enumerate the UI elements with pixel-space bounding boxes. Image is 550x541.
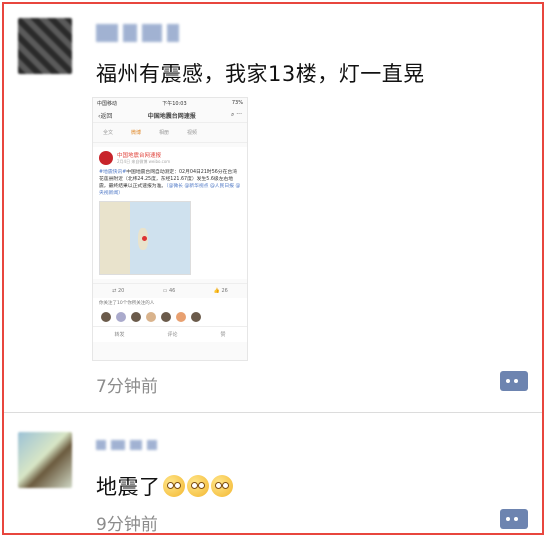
post-time: 9分钟前 <box>96 515 158 535</box>
user-name[interactable] <box>96 22 179 44</box>
tab: 视频 <box>187 130 198 136</box>
tab-strip: 全文 微博 相册 视频 <box>93 123 247 143</box>
epicenter-map <box>99 201 191 275</box>
post-text: 地震了 <box>96 471 233 501</box>
comment-count: ▭ 46 <box>162 288 176 294</box>
action-row: ⇄ 20 ▭ 46 👍 26 <box>93 283 247 298</box>
back-button: ‹返回 <box>98 112 113 120</box>
search-icon: ⌕ ··· <box>231 111 242 118</box>
carrier-label: 中国移动 <box>97 100 118 107</box>
post-time: 7分钟前 <box>96 377 158 397</box>
followers-line: 你关注了10个你所关注的人 <box>93 298 247 308</box>
repost-count: ⇄ 20 <box>112 288 125 294</box>
comment-label: 评论 <box>167 332 178 338</box>
dizzy-face-icon <box>186 475 209 497</box>
battery-label: 73% <box>231 100 243 106</box>
bottom-bar: 转发 评论 赞 <box>93 326 247 342</box>
moment-post: 地震了 9分钟前 <box>4 414 542 535</box>
comment-button[interactable] <box>500 509 528 529</box>
weibo-body: #地震快讯#中国地震台网自动测定：02月04日21时56分在台湾花莲县附近（北纬… <box>99 169 241 197</box>
moment-post: 福州有震感，我家13楼，灯一直晃 中国移动 下午10:03 73% ‹返回 中国… <box>4 4 542 409</box>
follower-avatars <box>93 308 247 326</box>
dizzy-face-icon <box>210 475 233 497</box>
account-name: 中国地震台网速报 <box>117 153 162 159</box>
hashtag: #地震快讯# <box>99 170 127 175</box>
nav-bar: ‹返回 中国地震台网速报 ⌕ ··· <box>93 108 247 123</box>
nav-title: 中国地震台网速报 <box>147 112 196 120</box>
tab: 全文 <box>103 130 114 136</box>
repost-label: 转发 <box>114 332 125 338</box>
tab: 相册 <box>159 130 170 136</box>
status-bar: 中国移动 下午10:03 73% <box>93 98 247 108</box>
tab: 微博 <box>131 130 142 136</box>
post-text: 福州有震感，我家13楼，灯一直晃 <box>96 62 425 86</box>
post-text-content: 地震了 <box>96 475 161 499</box>
like-count: 👍 26 <box>213 288 228 294</box>
user-name[interactable] <box>96 434 157 456</box>
weibo-card: 中国地震台网速报 2月4日 来自微博 weibo.com #地震快讯#中国地震台… <box>93 147 247 279</box>
account-row: 中国地震台网速报 2月4日 来自微博 weibo.com <box>99 151 241 165</box>
clock-label: 下午10:03 <box>162 100 187 107</box>
post-divider <box>4 412 542 413</box>
like-label: 赞 <box>220 332 226 338</box>
comment-button[interactable] <box>500 371 528 391</box>
moments-panel: 福州有震感，我家13楼，灯一直晃 中国移动 下午10:03 73% ‹返回 中国… <box>2 2 544 535</box>
post-image[interactable]: 中国移动 下午10:03 73% ‹返回 中国地震台网速报 ⌕ ··· 全文 微… <box>92 97 248 361</box>
epicenter-marker <box>142 236 147 241</box>
account-logo <box>99 151 113 165</box>
avatar[interactable] <box>18 18 72 74</box>
account-meta: 2月4日 来自微博 weibo.com <box>117 159 171 164</box>
dizzy-face-icon <box>162 475 185 497</box>
avatar[interactable] <box>18 432 72 488</box>
